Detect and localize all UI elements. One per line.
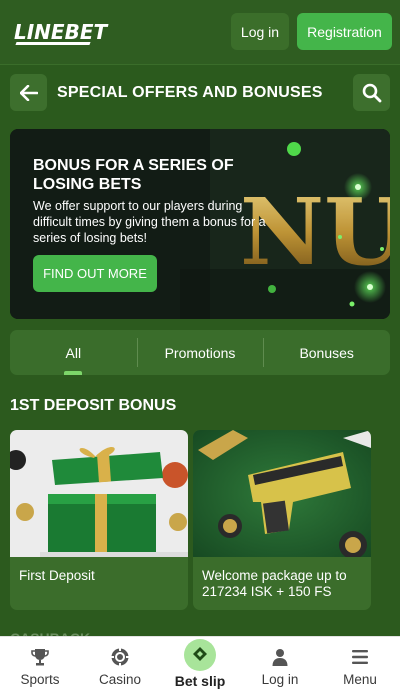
back-button[interactable] bbox=[10, 74, 47, 111]
banner-description: We offer support to our players during d… bbox=[33, 199, 266, 245]
tab-bonuses-label: Bonuses bbox=[299, 344, 354, 361]
tab-promotions-label: Promotions bbox=[164, 344, 236, 361]
search-icon bbox=[362, 83, 381, 102]
cash-gun-image bbox=[193, 430, 371, 557]
user-icon bbox=[272, 649, 288, 666]
tab-all[interactable]: All bbox=[10, 330, 137, 375]
nav-menu[interactable]: Menu bbox=[320, 637, 400, 700]
login-button[interactable]: Log in bbox=[231, 13, 289, 50]
arrow-left-icon bbox=[19, 84, 38, 101]
active-tab-indicator bbox=[64, 371, 82, 375]
tab-promotions[interactable]: Promotions bbox=[136, 330, 264, 375]
linebet-logo[interactable]: LINEBET bbox=[14, 20, 107, 44]
nav-login-label: Log in bbox=[261, 672, 299, 687]
logo-underline bbox=[15, 42, 91, 45]
find-out-more-button[interactable]: FIND OUT MORE bbox=[33, 255, 157, 292]
page-title: SPECIAL OFFERS AND BONUSES bbox=[57, 84, 323, 101]
card-label: Welcome package up to 217234 ISK + 150 F… bbox=[202, 568, 347, 599]
nav-casino[interactable]: Casino bbox=[80, 637, 160, 700]
offer-tabs: All Promotions Bonuses bbox=[10, 330, 390, 375]
banner-title: BONUS FOR A SERIES OF LOSING BETS bbox=[33, 157, 234, 193]
nav-sports[interactable]: Sports bbox=[0, 637, 80, 700]
offer-card-welcome-package[interactable]: Welcome package up to 217234 ISK + 150 F… bbox=[193, 430, 371, 610]
promo-banner[interactable]: NUS BONUS FOR A SERIES OF LOSING BETS We… bbox=[10, 129, 390, 319]
casino-chip-icon bbox=[111, 648, 129, 666]
menu-icon bbox=[352, 650, 368, 664]
gift-box-image bbox=[10, 430, 188, 557]
nav-menu-label: Menu bbox=[343, 672, 377, 687]
registration-button[interactable]: Registration bbox=[297, 13, 392, 50]
search-button[interactable] bbox=[353, 74, 390, 111]
nav-bet-slip[interactable]: Bet slip bbox=[160, 637, 240, 700]
tab-bonuses[interactable]: Bonuses bbox=[263, 330, 390, 375]
bet-slip-badge bbox=[184, 639, 216, 671]
nav-bet-slip-label: Bet slip bbox=[174, 673, 226, 689]
top-header: LINEBET Log in Registration bbox=[0, 0, 400, 64]
offer-card-first-deposit[interactable]: First Deposit bbox=[10, 430, 188, 610]
nav-casino-label: Casino bbox=[98, 672, 142, 687]
section-heading-deposit: 1ST DEPOSIT BONUS bbox=[10, 397, 177, 414]
bottom-navigation: Sports Casino Bet slip Log in Menu bbox=[0, 636, 400, 700]
trophy-icon bbox=[31, 649, 49, 666]
card-label: First Deposit bbox=[19, 568, 95, 583]
tab-all-label: All bbox=[65, 344, 82, 361]
nav-sports-label: Sports bbox=[20, 672, 60, 687]
nav-login[interactable]: Log in bbox=[240, 637, 320, 700]
ticket-icon bbox=[193, 646, 207, 661]
section-header: SPECIAL OFFERS AND BONUSES bbox=[0, 64, 400, 120]
